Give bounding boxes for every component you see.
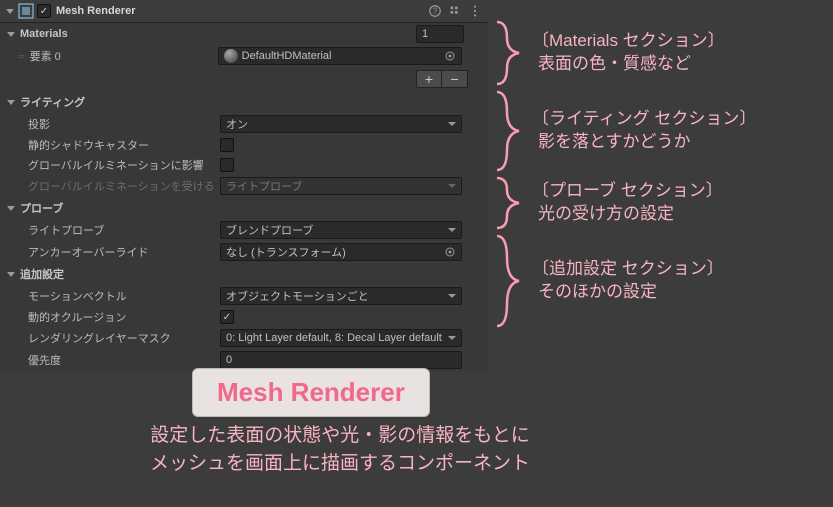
materials-element-row: = 要素 0 DefaultHDMaterial <box>0 45 488 67</box>
chevron-down-icon <box>448 122 456 126</box>
dynamic-occlusion-label: 動的オクルージョン <box>0 309 220 325</box>
priority-label: 優先度 <box>0 352 220 368</box>
brace-icon <box>490 90 526 172</box>
light-probes-dropdown[interactable]: ブレンドプローブ <box>220 221 462 239</box>
materials-add-remove: + − <box>0 67 488 91</box>
preset-icon[interactable] <box>448 4 462 18</box>
chevron-down-icon <box>448 184 456 188</box>
additional-foldout-icon[interactable] <box>7 272 15 277</box>
static-shadow-caster-label: 静的シャドウキャスター <box>0 137 220 153</box>
materials-add-button[interactable]: + <box>416 70 442 88</box>
chevron-down-icon <box>448 336 456 340</box>
rendering-layer-label: レンダリングレイヤーマスク <box>0 330 220 346</box>
brace-icon <box>490 234 526 328</box>
receive-gi-label: グローバルイルミネーションを受ける <box>0 178 220 194</box>
contribute-gi-label: グローバルイルミネーションに影響 <box>0 157 220 173</box>
anchor-override-label: アンカーオーバーライド <box>0 244 220 260</box>
cast-shadows-label: 投影 <box>0 116 220 132</box>
cast-shadows-dropdown[interactable]: オン <box>220 115 462 133</box>
caption-line-2: メッシュを画面上に描画するコンポーネント <box>100 450 580 478</box>
additional-header: 追加設定 <box>20 266 64 282</box>
lighting-foldout-icon[interactable] <box>7 100 15 105</box>
svg-text:?: ? <box>433 7 438 16</box>
lighting-header: ライティング <box>20 94 85 110</box>
object-picker-icon[interactable] <box>444 246 456 258</box>
callout-probes-desc: 光の受け方の設定 <box>532 203 723 226</box>
mesh-renderer-icon <box>18 3 34 19</box>
object-picker-icon[interactable] <box>444 50 456 62</box>
rendering-layer-dropdown[interactable]: 0: Light Layer default, 8: Decal Layer d… <box>220 329 462 347</box>
receive-gi-dropdown: ライトプローブ <box>220 177 462 195</box>
callout-materials-desc: 表面の色・質感など <box>532 53 725 76</box>
light-probes-label: ライトプローブ <box>0 222 220 238</box>
brace-icon <box>490 20 526 86</box>
material-preview-icon <box>224 49 238 63</box>
callout-lighting-desc: 影を落とすかどうか <box>532 131 756 154</box>
materials-remove-button[interactable]: − <box>442 70 468 88</box>
component-enable-checkbox[interactable] <box>37 4 51 18</box>
menu-icon[interactable] <box>468 4 482 18</box>
chevron-down-icon <box>448 228 456 232</box>
help-icon[interactable]: ? <box>428 4 442 18</box>
materials-header: Materials <box>20 28 416 40</box>
title-badge: Mesh Renderer <box>192 368 430 417</box>
chevron-down-icon <box>448 294 456 298</box>
inspector-panel: Mesh Renderer ? Materials 1 = 要素 0 Defau… <box>0 0 488 371</box>
materials-element-field[interactable]: DefaultHDMaterial <box>218 47 462 65</box>
drag-handle-icon[interactable]: = <box>0 50 30 63</box>
contribute-gi-checkbox[interactable] <box>220 158 234 172</box>
component-foldout-icon[interactable] <box>6 9 14 14</box>
callout-probes-title: 〔プローブ セクション〕 <box>532 180 723 203</box>
annotations: 〔Materials セクション〕表面の色・質感など 〔ライティング セクション… <box>490 18 830 330</box>
materials-foldout-icon[interactable] <box>7 32 15 37</box>
priority-field[interactable]: 0 <box>220 351 462 369</box>
caption: 設定した表面の状態や光・影の情報をもとに メッシュを画面上に描画するコンポーネン… <box>100 422 580 477</box>
static-shadow-caster-checkbox[interactable] <box>220 138 234 152</box>
caption-line-1: 設定した表面の状態や光・影の情報をもとに <box>100 422 580 450</box>
materials-count-field[interactable]: 1 <box>416 25 464 43</box>
motion-vectors-label: モーションベクトル <box>0 288 220 304</box>
callout-lighting-title: 〔ライティング セクション〕 <box>532 108 756 131</box>
component-title: Mesh Renderer <box>56 5 428 17</box>
motion-vectors-dropdown[interactable]: オブジェクトモーションごと <box>220 287 462 305</box>
callout-additional-title: 〔追加設定 セクション〕 <box>532 258 724 281</box>
callout-materials-title: 〔Materials セクション〕 <box>532 30 725 53</box>
component-header[interactable]: Mesh Renderer ? <box>0 0 488 23</box>
probes-header: プローブ <box>20 200 63 216</box>
probes-foldout-icon[interactable] <box>7 206 15 211</box>
dynamic-occlusion-checkbox[interactable] <box>220 310 234 324</box>
brace-icon <box>490 176 526 230</box>
anchor-override-field[interactable]: なし (トランスフォーム) <box>220 243 462 261</box>
materials-element-label: 要素 0 <box>30 48 218 64</box>
callout-additional-desc: そのほかの設定 <box>532 281 724 304</box>
